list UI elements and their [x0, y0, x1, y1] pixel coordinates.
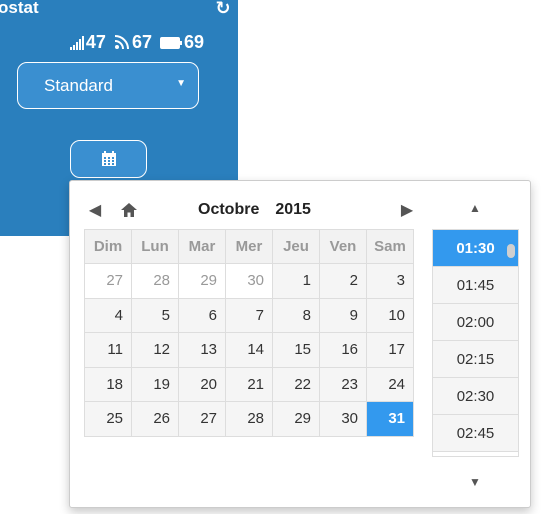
day-cell[interactable]: 4: [84, 297, 132, 333]
calendar-icon: [101, 151, 116, 166]
day-cell[interactable]: 28: [225, 401, 273, 437]
month-label[interactable]: Octobre: [198, 201, 259, 219]
battery-value: 69: [183, 32, 204, 52]
wifi-value: 67: [131, 32, 152, 52]
time-item[interactable]: 02:30: [433, 378, 518, 415]
widget-title: ostat: [0, 0, 39, 17]
day-cell-selected[interactable]: 31: [366, 401, 414, 437]
day-cell[interactable]: 7: [225, 297, 273, 333]
day-cell[interactable]: 25: [84, 401, 132, 437]
day-cell[interactable]: 27: [178, 401, 226, 437]
month-year-header: Octobre 2015: [198, 201, 311, 219]
day-cell[interactable]: 2: [319, 263, 367, 299]
prev-month-button[interactable]: ◀: [80, 195, 110, 225]
home-icon: [121, 203, 137, 217]
today-button[interactable]: [114, 195, 144, 225]
signal-icon: [69, 35, 84, 50]
day-cell[interactable]: 23: [319, 366, 367, 402]
day-cell[interactable]: 8: [272, 297, 320, 333]
weekday-label: Lun: [131, 229, 179, 264]
refresh-icon[interactable]: ↻: [212, 0, 234, 20]
day-cell-other-month[interactable]: 30: [225, 263, 273, 299]
week-row: 4 5 6 7 8 9 10: [84, 297, 414, 333]
day-cell-other-month[interactable]: 29: [178, 263, 226, 299]
day-cell[interactable]: 11: [84, 332, 132, 368]
next-month-button[interactable]: ▶: [392, 195, 422, 225]
time-scroll-down-button[interactable]: ▼: [445, 467, 505, 497]
day-cell[interactable]: 9: [319, 297, 367, 333]
time-item[interactable]: 02:15: [433, 341, 518, 378]
time-item-selected[interactable]: 01:30: [433, 230, 518, 267]
wifi-icon: [114, 35, 129, 50]
chevron-down-icon: ▼: [469, 475, 481, 489]
day-cell[interactable]: 12: [131, 332, 179, 368]
week-row: 25 26 27 28 29 30 31: [84, 401, 414, 437]
day-cell[interactable]: 22: [272, 366, 320, 402]
time-item[interactable]: 01:45: [433, 267, 518, 304]
weekday-label: Jeu: [272, 229, 320, 264]
weekday-label: Mer: [225, 229, 273, 264]
day-cell[interactable]: 16: [319, 332, 367, 368]
weekday-label: Sam: [366, 229, 414, 264]
day-cell[interactable]: 21: [225, 366, 273, 402]
weekday-label: Dim: [84, 229, 132, 264]
time-scroll-up-button[interactable]: ▲: [445, 193, 505, 223]
day-cell[interactable]: 14: [225, 332, 273, 368]
day-cell[interactable]: 5: [131, 297, 179, 333]
day-cell[interactable]: 1: [272, 263, 320, 299]
days-grid: Dim Lun Mar Mer Jeu Ven Sam 27 28 29 30 …: [84, 229, 414, 437]
week-row: 27 28 29 30 1 2 3: [84, 263, 414, 299]
day-cell[interactable]: 24: [366, 366, 414, 402]
day-cell[interactable]: 26: [131, 401, 179, 437]
calendar-button[interactable]: [70, 140, 147, 178]
signal-value: 47: [85, 32, 106, 52]
battery-icon: [159, 36, 182, 49]
year-label[interactable]: 2015: [275, 201, 311, 219]
mode-select[interactable]: Standard ▼: [17, 62, 199, 109]
battery-status: 69: [159, 32, 204, 53]
day-cell[interactable]: 19: [131, 366, 179, 402]
day-cell[interactable]: 20: [178, 366, 226, 402]
day-cell[interactable]: 17: [366, 332, 414, 368]
weekday-header-row: Dim Lun Mar Mer Jeu Ven Sam: [84, 229, 414, 264]
time-list-scrollbar[interactable]: [507, 244, 515, 258]
day-cell[interactable]: 6: [178, 297, 226, 333]
weekday-label: Ven: [319, 229, 367, 264]
mode-select-value: Standard: [44, 76, 113, 95]
day-cell[interactable]: 3: [366, 263, 414, 299]
day-cell[interactable]: 29: [272, 401, 320, 437]
day-cell-other-month[interactable]: 28: [131, 263, 179, 299]
day-cell[interactable]: 18: [84, 366, 132, 402]
weekday-label: Mar: [178, 229, 226, 264]
chevron-right-icon: ▶: [400, 202, 414, 219]
caret-down-icon: ▼: [176, 78, 186, 89]
wifi-status: 67: [114, 32, 152, 53]
datetime-picker: ◀ Octobre 2015 ▶ Dim Lun Mar Mer Jeu Ven…: [69, 180, 531, 508]
status-line: 47 67 69: [0, 32, 204, 53]
time-item[interactable]: 02:00: [433, 304, 518, 341]
chevron-up-icon: ▲: [469, 201, 481, 215]
day-cell[interactable]: 10: [366, 297, 414, 333]
day-cell-other-month[interactable]: 27: [84, 263, 132, 299]
chevron-left-icon: ◀: [88, 202, 102, 219]
time-list: 01:30 01:45 02:00 02:15 02:30 02:45: [432, 229, 519, 457]
day-cell[interactable]: 13: [178, 332, 226, 368]
signal-status: 47: [69, 32, 106, 53]
week-row: 11 12 13 14 15 16 17: [84, 332, 414, 368]
day-cell[interactable]: 30: [319, 401, 367, 437]
day-cell[interactable]: 15: [272, 332, 320, 368]
time-item[interactable]: 02:45: [433, 415, 518, 452]
week-row: 18 19 20 21 22 23 24: [84, 366, 414, 402]
